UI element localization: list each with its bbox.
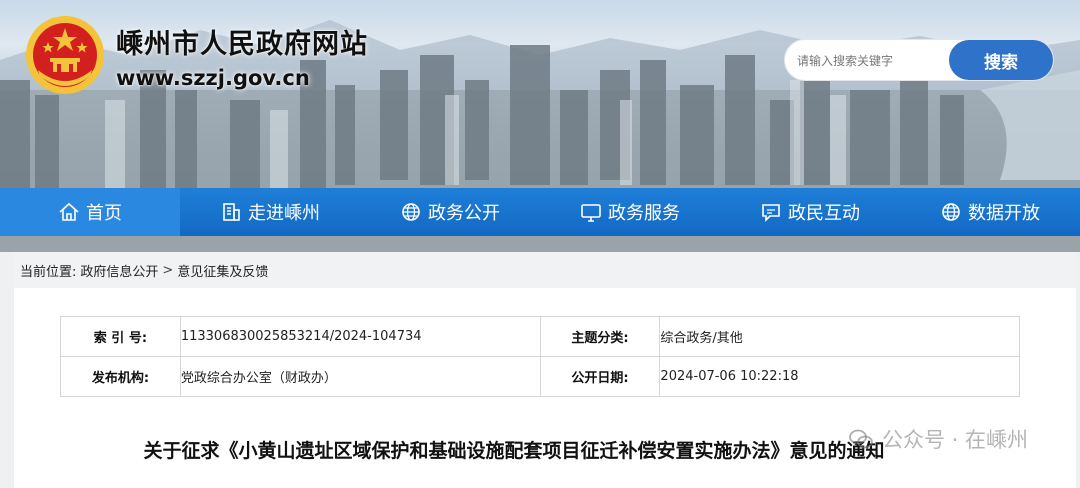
main-nav: 首页 走进嵊州 政务公开 政务服务 政民互动 数据开放 (0, 188, 1080, 236)
meta-value-text: 113306830025853214/2024-104734 (180, 329, 422, 344)
document-meta-table: 索 引 号: 113306830025853214/2024-104734 主题… (60, 316, 1020, 397)
national-emblem-logo (26, 16, 104, 94)
nav-label: 数据开放 (968, 203, 1040, 224)
table-row: 索 引 号: 113306830025853214/2024-104734 主题… (60, 316, 1020, 357)
breadcrumb: 当前位置: 政府信息公开 > 意见征集及反馈 (14, 252, 1076, 288)
breadcrumb-prefix: 当前位置: (20, 264, 77, 280)
watermark: 公众号 · 在嵊州 (848, 424, 1028, 454)
globe-icon (400, 201, 422, 223)
monitor-icon (580, 201, 602, 223)
nav-item-gov-affairs[interactable]: 政务公开 (360, 188, 540, 236)
meta-label-category: 主题分类: (539, 316, 661, 357)
nav-label: 政民互动 (788, 203, 860, 224)
breadcrumb-separator: > (162, 262, 174, 278)
meta-value-date: 2024-07-06 10:22:18 (659, 356, 1020, 397)
breadcrumb-link-gov-info[interactable]: 政府信息公开 (80, 261, 158, 280)
site-url: www.szzj.gov.cn (116, 66, 310, 90)
nav-item-interaction[interactable]: 政民互动 (720, 188, 900, 236)
nav-item-gov-services[interactable]: 政务服务 (540, 188, 720, 236)
content-panel: 当前位置: 政府信息公开 > 意见征集及反馈 索 引 号: 1133068300… (14, 252, 1076, 488)
meta-value-index: 113306830025853214/2024-104734 (179, 316, 541, 357)
nav-label: 政务服务 (608, 203, 680, 224)
nav-item-about[interactable]: 走进嵊州 (180, 188, 360, 236)
site-title: 嵊州市人民政府网站 (116, 29, 368, 60)
watermark-text: 公众号 · 在嵊州 (882, 428, 1029, 452)
chat-icon (760, 201, 782, 223)
meta-value-text: 党政综合办公室（财政办） (180, 371, 337, 386)
meta-label-publisher: 发布机构: (60, 356, 181, 397)
meta-value-text: 综合政务/其他 (660, 331, 743, 346)
meta-label-date: 公开日期: (539, 356, 661, 397)
building-icon (220, 201, 242, 223)
search-button[interactable]: 搜索 (949, 40, 1053, 80)
nav-label: 走进嵊州 (248, 203, 320, 224)
table-row: 发布机构: 党政综合办公室（财政办） 公开日期: 2024-07-06 10:2… (60, 356, 1020, 397)
meta-value-text: 2024-07-06 10:22:18 (660, 369, 799, 384)
breadcrumb-link-feedback[interactable]: 意见征集及反馈 (177, 261, 268, 280)
meta-value-publisher: 党政综合办公室（财政办） (179, 356, 541, 397)
meta-value-category: 综合政务/其他 (659, 316, 1020, 357)
wechat-icon (849, 429, 873, 449)
nav-item-home[interactable]: 首页 (0, 188, 180, 236)
nav-label: 政务公开 (428, 203, 500, 224)
search-box: 搜索 (784, 39, 1054, 81)
article-title: 关于征求《小黄山遗址区域保护和基础设施配套项目征迁补偿安置实施办法》意见的通知 (143, 440, 885, 462)
home-icon (58, 201, 80, 223)
globe-icon (940, 201, 962, 223)
nav-item-open-data[interactable]: 数据开放 (900, 188, 1080, 236)
nav-label: 首页 (86, 203, 122, 224)
search-input[interactable] (797, 50, 957, 72)
meta-label-index: 索 引 号: (60, 316, 181, 357)
